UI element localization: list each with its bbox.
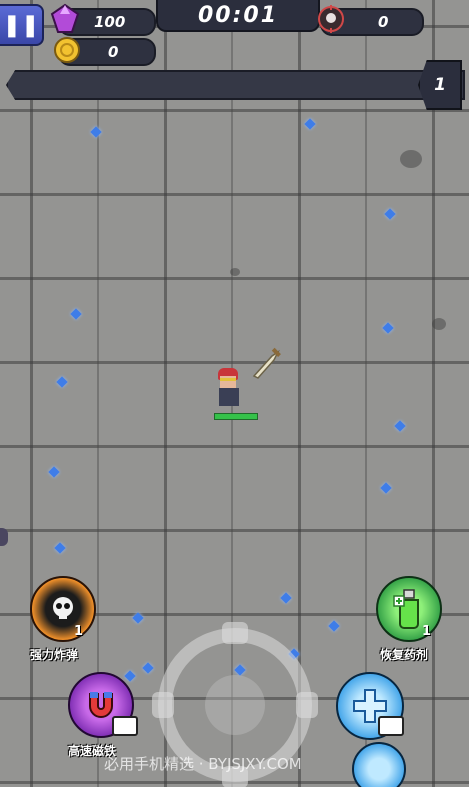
ground-stain xyxy=(400,150,422,168)
game-timer: 00:01 xyxy=(156,0,320,32)
bomb-label: 强力炸弹 xyxy=(30,648,79,662)
gem-count: 100 xyxy=(94,13,126,31)
pause-icon: ❚❚ xyxy=(2,12,40,38)
potion-bottle-icon xyxy=(393,589,419,629)
bomb-count: 1 xyxy=(74,624,84,639)
potion-count: 1 xyxy=(422,624,432,639)
ground-stain xyxy=(432,318,446,330)
ground-stain xyxy=(230,268,240,276)
level-badge: 1 xyxy=(418,60,462,110)
sword-weapon-icon xyxy=(252,347,281,379)
skull-bomb-icon xyxy=(53,597,73,619)
level-number: 1 xyxy=(434,75,446,95)
game-screen: ❚❚ 100 0 00:01 0 1 1 强力炸弹 1 恢复药剂 高速磁铁 必用… xyxy=(0,0,469,787)
potion-skill-button[interactable] xyxy=(376,576,442,642)
player-character xyxy=(214,368,244,412)
joystick-knob xyxy=(205,675,265,735)
enemy-offscreen xyxy=(0,528,8,546)
extra-skill-button[interactable] xyxy=(352,742,406,787)
gem-icon xyxy=(50,3,80,33)
watermark-text: 必用手机精选 · BYJSJXY.COM xyxy=(104,755,302,773)
skull-target-icon xyxy=(318,5,344,33)
player-headband xyxy=(220,378,236,381)
coin-count: 0 xyxy=(108,43,119,61)
video-ad-icon xyxy=(378,716,404,736)
kill-count: 0 xyxy=(378,13,389,31)
potion-label: 恢复药剂 xyxy=(380,648,429,662)
player-health-bar xyxy=(214,413,258,420)
experience-bar xyxy=(6,70,465,100)
video-ad-icon xyxy=(112,716,138,736)
player-body xyxy=(219,388,239,406)
bomb-skill-button[interactable] xyxy=(30,576,96,642)
coin-icon xyxy=(54,37,80,63)
pause-button[interactable]: ❚❚ xyxy=(0,4,44,46)
timer-text: 00:01 xyxy=(197,2,279,28)
